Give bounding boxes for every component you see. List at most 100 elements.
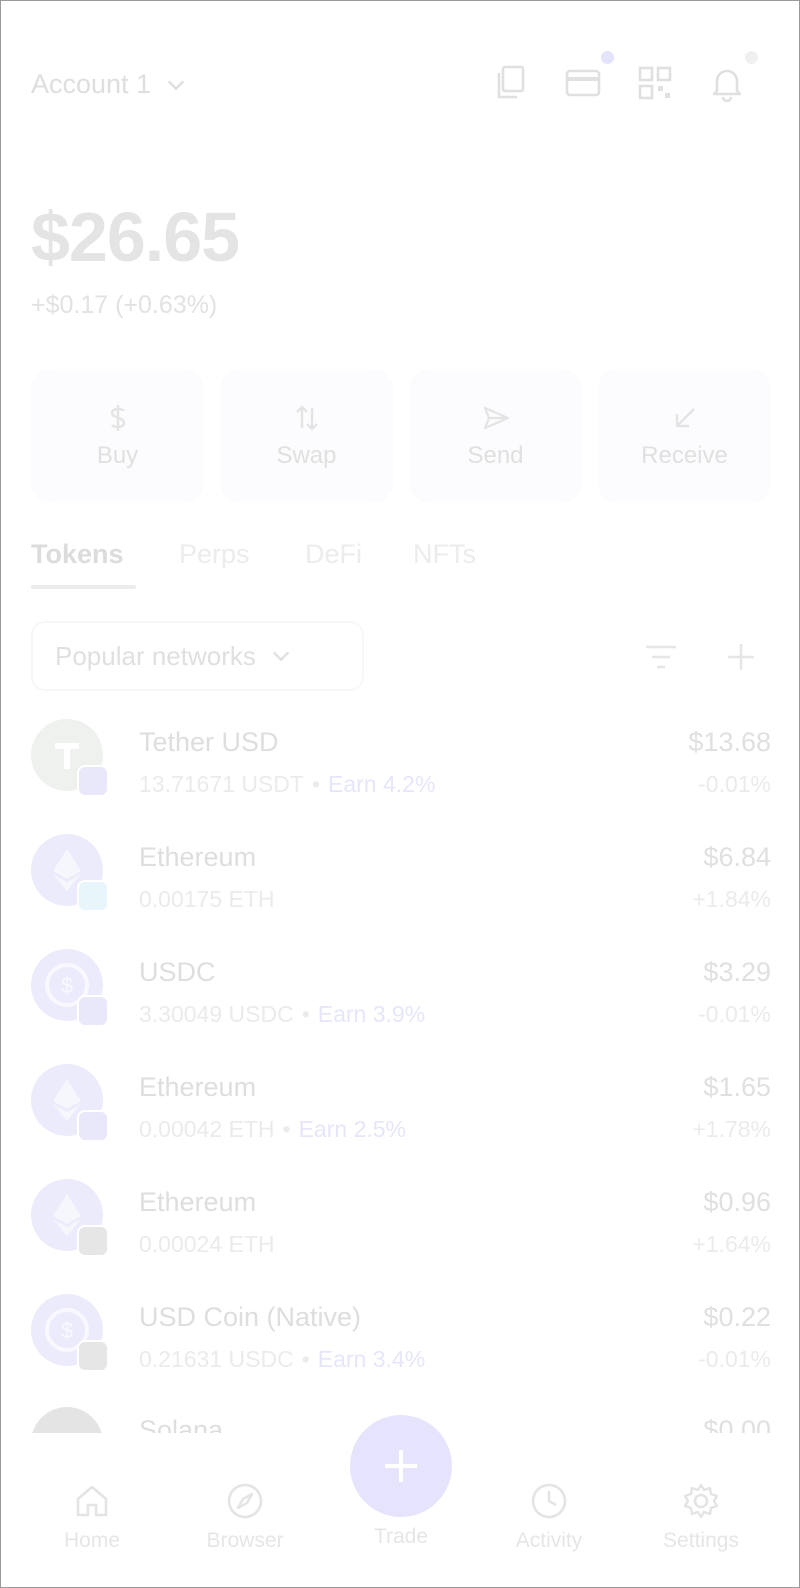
send-label: Send bbox=[467, 442, 524, 469]
token-separator: • bbox=[311, 771, 320, 797]
token-value: $3.29 bbox=[703, 957, 771, 987]
token-row[interactable]: Ethereum 0.00042 ETH • Earn 2.5% $1.65 +1.… bbox=[31, 1064, 771, 1164]
add-token-icon[interactable] bbox=[725, 641, 757, 673]
token-name: Tether USD bbox=[139, 727, 279, 757]
token-row[interactable]: $ USDC 3.30049 USDC • Earn 3.9% $3.29 -0.0… bbox=[31, 949, 771, 1049]
qr-code-icon[interactable] bbox=[635, 63, 675, 103]
buy-label: Buy bbox=[96, 442, 139, 469]
token-separator: • bbox=[301, 1001, 310, 1027]
account-selector[interactable]: Account 1 bbox=[31, 69, 187, 100]
token-row[interactable]: Ethereum 0.00024 ETH $0.96 +1.64% bbox=[31, 1179, 771, 1279]
tab-defi[interactable]: DeFi bbox=[305, 539, 362, 570]
home-icon bbox=[76, 1485, 108, 1517]
app-frame: Account 1 $26.65 +$0.17 (+0.63%) Buy Swa… bbox=[0, 0, 800, 1588]
nav-settings-label: Settings bbox=[663, 1529, 739, 1552]
bottom-navigation: Home Browser Trade Activity Settings bbox=[1, 1415, 799, 1587]
earn-link[interactable]: Earn 2.5% bbox=[299, 1116, 406, 1142]
network-filter-dropdown[interactable]: Popular networks bbox=[31, 621, 364, 691]
bell-icon[interactable] bbox=[707, 63, 747, 103]
token-change: +1.78% bbox=[692, 1116, 771, 1142]
nav-trade-label: Trade bbox=[373, 1525, 429, 1548]
card-notification-dot bbox=[601, 51, 614, 64]
swap-label: Swap bbox=[276, 442, 337, 469]
compass-icon bbox=[227, 1483, 263, 1519]
tab-tokens[interactable]: Tokens bbox=[31, 539, 124, 570]
token-row[interactable]: Ethereum 0.00175 ETH $6.84 +1.84% bbox=[31, 834, 771, 934]
receive-arrow-icon bbox=[675, 408, 695, 428]
asset-tabs: Tokens Perps DeFi NFTs bbox=[31, 539, 771, 591]
token-amount: 0.00024 ETH bbox=[139, 1231, 275, 1257]
token-value: $0.22 bbox=[703, 1302, 771, 1332]
token-amount-line: 3.30049 USDC • Earn 3.9% bbox=[139, 1001, 425, 1028]
send-arrow-icon bbox=[483, 406, 509, 430]
token-change: +1.64% bbox=[692, 1231, 771, 1257]
token-amount-line: 13.71671 USDT • Earn 4.2% bbox=[139, 771, 435, 798]
sort-filter-icon[interactable] bbox=[643, 641, 679, 673]
dollar-icon bbox=[110, 405, 125, 431]
top-bar: Account 1 bbox=[31, 51, 771, 107]
clock-icon bbox=[531, 1483, 567, 1519]
receive-label: Receive bbox=[641, 442, 728, 469]
nav-home[interactable]: Home bbox=[32, 1481, 152, 1553]
token-row[interactable]: $ USD Coin (Native) 0.21631 USDC • Earn 3.… bbox=[31, 1294, 771, 1394]
token-amount-line: 0.00042 ETH • Earn 2.5% bbox=[139, 1116, 406, 1143]
card-icon[interactable] bbox=[563, 63, 603, 103]
token-name: USDC bbox=[139, 957, 216, 987]
plus-icon bbox=[385, 1450, 417, 1482]
nav-browser[interactable]: Browser bbox=[185, 1481, 305, 1553]
token-change: -0.01% bbox=[698, 1346, 771, 1372]
token-value: $0.96 bbox=[703, 1187, 771, 1217]
token-value: $1.65 bbox=[703, 1072, 771, 1102]
token-amount: 13.71671 USDT bbox=[139, 771, 304, 797]
network-filter-label: Popular networks bbox=[55, 640, 256, 671]
account-label: Account 1 bbox=[31, 69, 152, 99]
ethereum-network-badge-icon bbox=[77, 1110, 109, 1142]
active-tab-indicator bbox=[31, 585, 136, 589]
ethereum-network-badge-icon bbox=[77, 765, 109, 797]
swap-arrows-icon bbox=[295, 405, 318, 431]
tab-perps[interactable]: Perps bbox=[179, 539, 250, 570]
chevron-down-icon bbox=[167, 79, 185, 90]
token-change: -0.01% bbox=[698, 1001, 771, 1027]
arbitrum-network-badge-icon bbox=[77, 1225, 109, 1257]
bell-notification-dot bbox=[745, 51, 758, 64]
buy-button[interactable]: Buy bbox=[31, 369, 204, 503]
token-row[interactable]: Tether USD 13.71671 USDT • Earn 4.2% $13.6… bbox=[31, 719, 771, 819]
token-value: $6.84 bbox=[703, 842, 771, 872]
trade-button[interactable] bbox=[350, 1415, 452, 1517]
total-balance: $26.65 bbox=[31, 198, 240, 276]
send-button[interactable]: Send bbox=[409, 369, 582, 503]
token-amount: 0.00175 ETH bbox=[139, 886, 275, 912]
gear-icon bbox=[683, 1483, 719, 1519]
action-buttons: Buy Swap Send Receive bbox=[31, 369, 771, 503]
arbitrum-network-badge-icon bbox=[77, 1340, 109, 1372]
nav-browser-label: Browser bbox=[206, 1529, 284, 1552]
svg-text:$: $ bbox=[61, 973, 73, 998]
nav-activity[interactable]: Activity bbox=[489, 1481, 609, 1553]
token-name: Ethereum bbox=[139, 1187, 257, 1217]
receive-button[interactable]: Receive bbox=[598, 369, 771, 503]
token-change: +1.84% bbox=[692, 886, 771, 912]
token-amount-line: 0.00024 ETH bbox=[139, 1231, 275, 1258]
tab-nfts[interactable]: NFTs bbox=[413, 539, 476, 570]
token-separator: • bbox=[282, 1116, 291, 1142]
earn-link[interactable]: Earn 4.2% bbox=[328, 771, 435, 797]
nav-activity-label: Activity bbox=[515, 1529, 583, 1552]
token-change: -0.01% bbox=[698, 771, 771, 797]
token-amount-line: 0.21631 USDC • Earn 3.4% bbox=[139, 1346, 425, 1373]
token-value: $13.68 bbox=[688, 727, 771, 757]
ethereum-network-badge-icon bbox=[77, 995, 109, 1027]
balance-change: +$0.17 (+0.63%) bbox=[31, 291, 218, 319]
earn-link[interactable]: Earn 3.9% bbox=[318, 1001, 425, 1027]
svg-text:$: $ bbox=[61, 1318, 73, 1343]
swap-button[interactable]: Swap bbox=[220, 369, 393, 503]
linea-network-badge-icon bbox=[77, 880, 109, 912]
nav-home-label: Home bbox=[63, 1529, 121, 1552]
token-separator: • bbox=[301, 1346, 310, 1372]
earn-link[interactable]: Earn 3.4% bbox=[318, 1346, 425, 1372]
copy-icon[interactable] bbox=[491, 63, 531, 103]
token-name: Ethereum bbox=[139, 1072, 257, 1102]
token-name: USD Coin (Native) bbox=[139, 1302, 362, 1332]
nav-settings[interactable]: Settings bbox=[641, 1481, 761, 1553]
chevron-down-icon bbox=[272, 651, 290, 662]
